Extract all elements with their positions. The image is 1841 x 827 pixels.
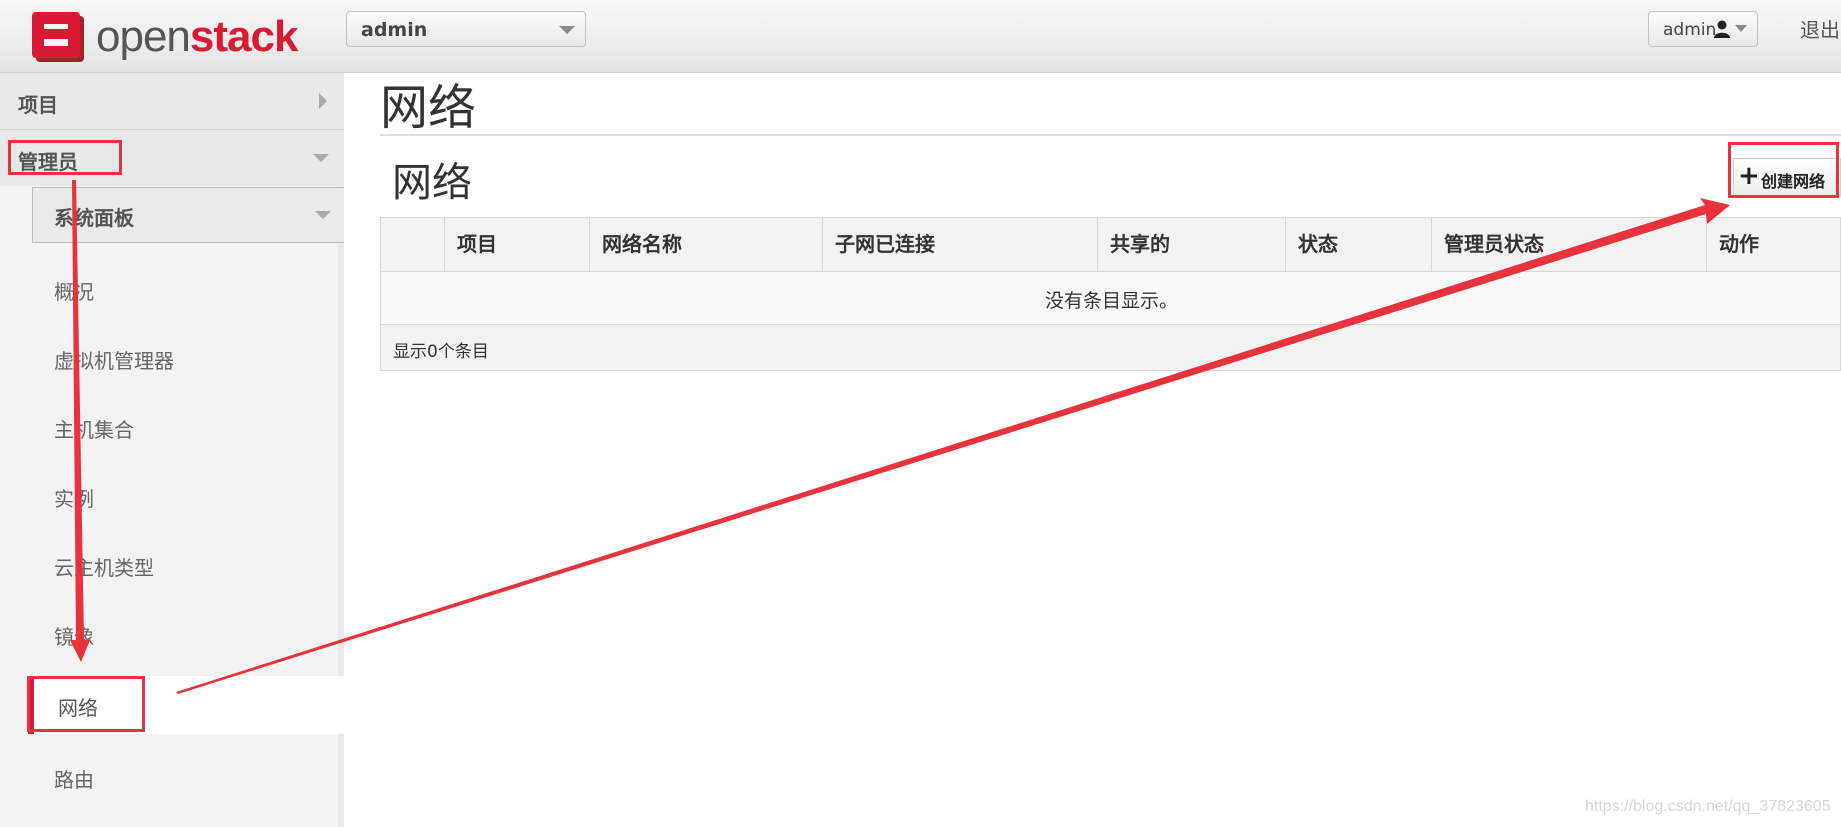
column-header-project[interactable]: 项目 [444, 218, 589, 271]
sidebar-item-project[interactable]: 项目 [0, 73, 338, 129]
chevron-down-icon [313, 154, 329, 162]
annotation-box-networks [27, 676, 145, 732]
watermark: https://blog.csdn.net/qq_37823605 [1585, 798, 1831, 815]
openstack-logo-icon [32, 12, 84, 62]
item-count: 显示0个条目 [393, 342, 489, 362]
sidebar-item-host-aggregates[interactable]: 主机集合 [54, 414, 134, 443]
user-menu-name: admin [1663, 20, 1717, 40]
sign-out-link[interactable]: 退出 [1800, 14, 1840, 43]
column-header-shared[interactable]: 共享的 [1097, 218, 1285, 271]
project-selector[interactable]: admin [346, 11, 586, 47]
user-menu[interactable]: admin [1648, 11, 1758, 47]
table-header-row: 项目 网络名称 子网已连接 共享的 状态 管理员状态 动作 [381, 218, 1840, 272]
title-divider [380, 134, 1841, 136]
annotation-box-admin [8, 140, 122, 175]
column-header-subnets[interactable]: 子网已连接 [822, 218, 1097, 271]
sidebar-system-panel[interactable]: 系统面板 [32, 187, 344, 243]
chevron-right-icon [319, 93, 327, 109]
select-all-header[interactable] [381, 218, 444, 271]
chevron-down-icon [315, 211, 331, 219]
sidebar-item-routers[interactable]: 路由 [54, 764, 94, 793]
sidebar-project-label: 项目 [18, 93, 58, 117]
chevron-down-icon [559, 26, 575, 34]
networks-table: 项目 网络名称 子网已连接 共享的 状态 管理员状态 动作 没有条目显示。 显示… [380, 217, 1841, 371]
column-header-actions: 动作 [1706, 218, 1840, 271]
page-title: 网络 [380, 80, 477, 136]
project-selector-value: admin [361, 19, 428, 41]
table-title: 网络 [392, 160, 472, 206]
sidebar-item-hypervisors[interactable]: 虚拟机管理器 [54, 345, 174, 374]
sidebar-item-overview[interactable]: 概况 [54, 276, 94, 305]
top-header: openstack admin admin 退出 [0, 0, 1841, 73]
column-header-network-name[interactable]: 网络名称 [589, 218, 822, 271]
annotation-box-create-network [1728, 142, 1839, 198]
table-empty-row: 没有条目显示。 [381, 272, 1840, 325]
chevron-down-icon [1735, 25, 1747, 32]
sidebar-item-images[interactable]: 镜像 [54, 621, 94, 650]
user-icon [1714, 20, 1730, 38]
empty-message: 没有条目显示。 [1044, 290, 1178, 312]
table-footer: 显示0个条目 [381, 325, 1840, 370]
system-panel-label: 系统面板 [54, 206, 134, 230]
sidebar-item-instances[interactable]: 实例 [54, 483, 94, 512]
column-header-status[interactable]: 状态 [1285, 218, 1431, 271]
openstack-logo[interactable]: openstack [30, 10, 298, 64]
logo-text: openstack [96, 12, 298, 61]
sidebar-item-flavors[interactable]: 云主机类型 [54, 552, 154, 581]
column-header-admin-state[interactable]: 管理员状态 [1431, 218, 1706, 271]
